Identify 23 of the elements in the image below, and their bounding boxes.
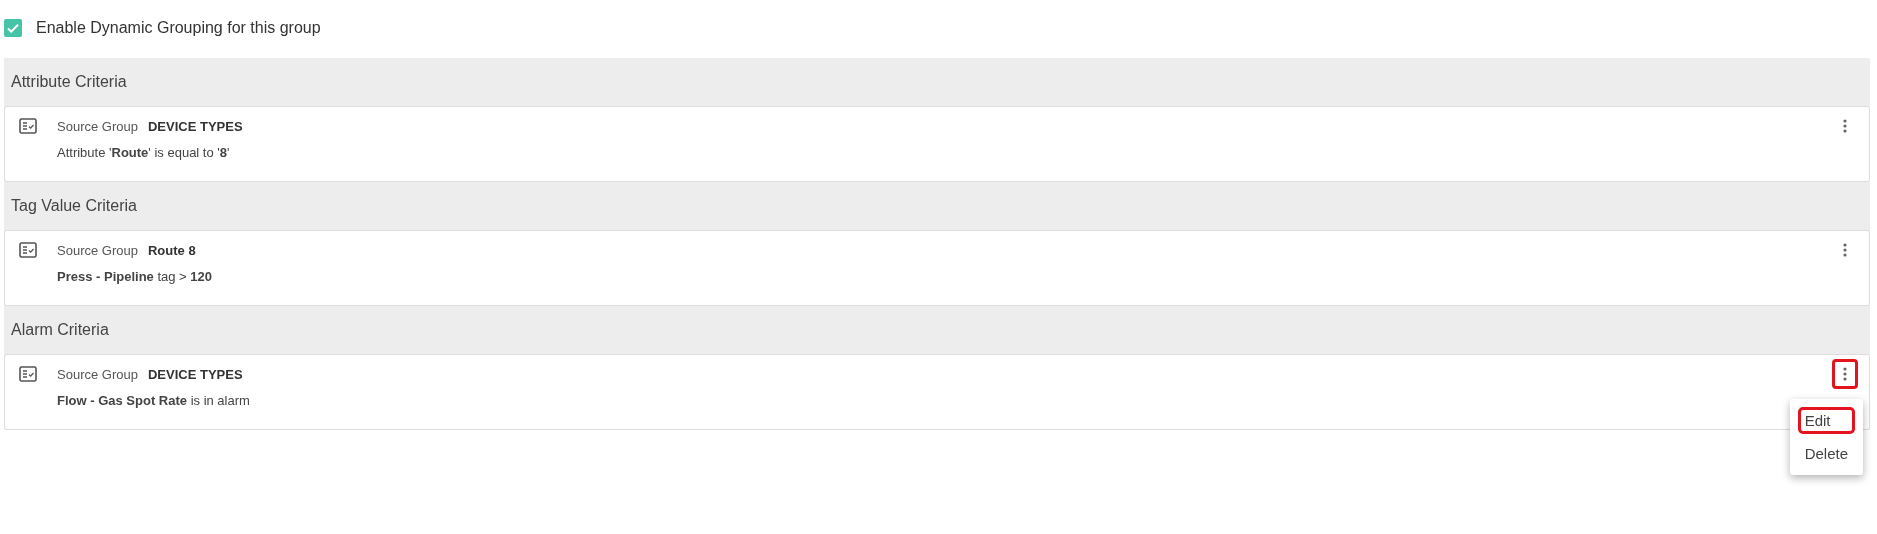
source-group-name: DEVICE TYPES bbox=[147, 366, 243, 382]
checklist-icon bbox=[19, 118, 37, 134]
source-group-label: Source Group bbox=[57, 118, 138, 134]
section-header: Attribute Criteria bbox=[10, 72, 128, 92]
vertical-dots-icon bbox=[1843, 367, 1847, 381]
menu-item[interactable]: Delete bbox=[1797, 440, 1855, 467]
source-group-name: DEVICE TYPES bbox=[147, 118, 243, 134]
criteria-description: Press - Pipeline tag > 120 bbox=[56, 269, 214, 284]
criteria-description: Attribute 'Route' is equal to '8' bbox=[56, 145, 231, 160]
source-group-label: Source Group bbox=[57, 242, 138, 258]
criteria-description: Flow - Gas Spot Rate is in alarm bbox=[56, 393, 251, 408]
checklist-icon bbox=[19, 242, 37, 258]
source-group-name: Route 8 bbox=[147, 242, 196, 258]
checkbox-label: Enable Dynamic Grouping for this group bbox=[36, 19, 321, 37]
source-group-label: Source Group bbox=[57, 366, 138, 382]
section-header: Alarm Criteria bbox=[10, 320, 110, 340]
menu-item[interactable]: Edit bbox=[1797, 407, 1855, 434]
more-options-button[interactable] bbox=[1832, 359, 1858, 389]
vertical-dots-icon bbox=[1843, 119, 1847, 133]
section-header: Tag Value Criteria bbox=[10, 196, 138, 216]
vertical-dots-icon bbox=[1843, 243, 1847, 257]
checklist-icon bbox=[19, 366, 37, 382]
checkbox[interactable] bbox=[4, 19, 22, 37]
